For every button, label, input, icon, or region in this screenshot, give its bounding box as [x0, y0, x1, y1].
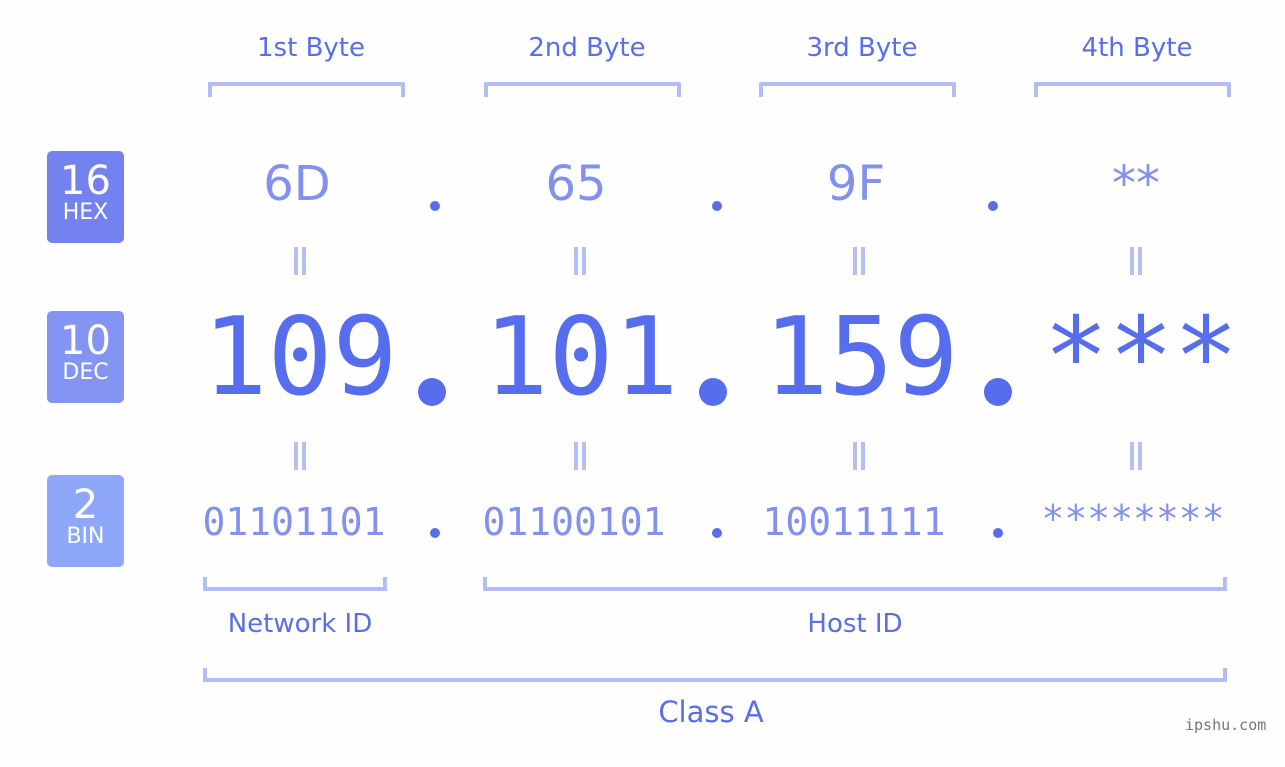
hex-base-label: HEX: [62, 200, 109, 225]
hex-dot-2: [712, 201, 722, 211]
equals-icon: [570, 247, 590, 275]
hex-base-number: 16: [60, 158, 111, 204]
byte-1-label: 1st Byte: [257, 33, 365, 63]
class-label: Class A: [658, 695, 764, 729]
network-id-label: Network ID: [227, 609, 373, 639]
dec-byte-1: 109: [202, 295, 398, 420]
byte-2-bracket: [484, 82, 681, 97]
network-id-bracket: [203, 577, 387, 591]
dec-dot-3: [984, 378, 1012, 406]
equals-icon: [849, 442, 869, 470]
byte-4-bracket: [1034, 82, 1231, 97]
equals-icon: [1126, 442, 1146, 470]
host-id-label: Host ID: [807, 609, 903, 639]
hex-byte-4: **: [1112, 156, 1160, 212]
bin-byte-2: 01100101: [482, 500, 666, 544]
equals-icon: [1126, 247, 1146, 275]
hex-dot-3: [988, 201, 998, 211]
bin-badge: 2 BIN: [47, 475, 124, 567]
byte-3-label: 3rd Byte: [806, 33, 918, 63]
dec-badge: 10 DEC: [47, 311, 124, 403]
bin-byte-1: 01101101: [202, 500, 386, 544]
bin-base-number: 2: [72, 482, 99, 528]
dec-byte-3: 159: [763, 295, 959, 420]
bin-base-label: BIN: [66, 524, 105, 549]
dec-dot-1: [418, 378, 446, 406]
class-bracket: [203, 668, 1227, 682]
host-id-bracket: [483, 577, 1227, 591]
dec-base-number: 10: [60, 318, 111, 364]
dec-base-label: DEC: [62, 360, 109, 385]
byte-4-label: 4th Byte: [1081, 33, 1193, 63]
hex-byte-1: 6D: [263, 156, 331, 212]
byte-1-bracket: [208, 82, 405, 97]
equals-icon: [570, 442, 590, 470]
hex-dot-1: [430, 201, 440, 211]
dec-byte-2: 101: [483, 295, 679, 420]
byte-2-label: 2nd Byte: [528, 33, 646, 63]
bin-dot-1: [430, 528, 440, 538]
equals-icon: [290, 442, 310, 470]
dec-byte-4: ***: [1043, 295, 1239, 420]
equals-icon: [849, 247, 869, 275]
dec-dot-2: [699, 378, 727, 406]
watermark: ipshu.com: [1185, 716, 1267, 734]
byte-3-bracket: [759, 82, 956, 97]
hex-badge: 16 HEX: [47, 151, 124, 243]
bin-byte-3: 10011111: [762, 500, 946, 544]
hex-byte-3: 9F: [826, 156, 886, 212]
bin-byte-4: ********: [1041, 497, 1225, 541]
hex-byte-2: 65: [545, 156, 607, 212]
bin-dot-2: [712, 528, 722, 538]
equals-icon: [290, 247, 310, 275]
bin-dot-3: [993, 528, 1003, 538]
